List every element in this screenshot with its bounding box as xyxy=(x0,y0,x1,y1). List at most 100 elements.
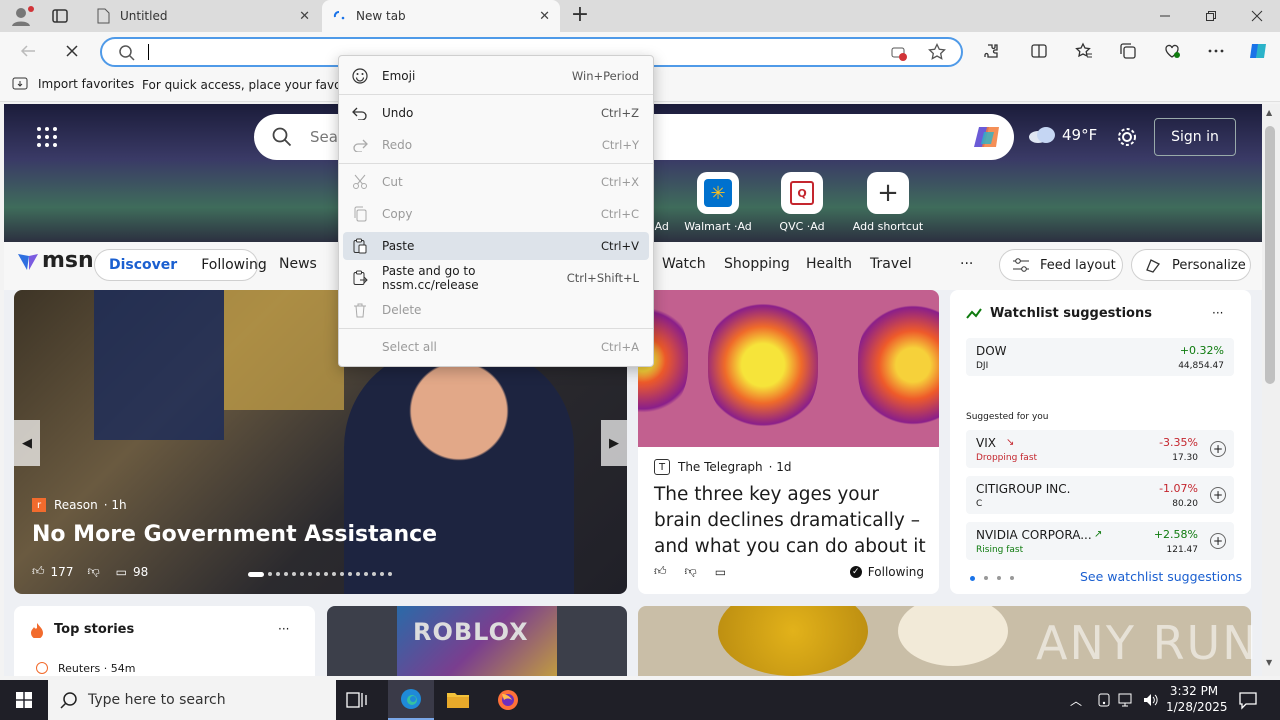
delete-icon xyxy=(343,302,377,318)
extensions-icon[interactable] xyxy=(975,35,1007,67)
notification-icon[interactable] xyxy=(1238,690,1258,710)
watchlist-more-icon[interactable]: ··· xyxy=(1212,306,1223,320)
add-to-watchlist-icon[interactable]: + xyxy=(1210,533,1226,549)
tab-following[interactable]: Following xyxy=(201,257,267,273)
msn-logo[interactable]: msn xyxy=(16,248,94,273)
menu-item-paste[interactable]: Paste Ctrl+V xyxy=(343,232,649,260)
minimize-button[interactable] xyxy=(1142,0,1188,32)
nav-travel[interactable]: Travel xyxy=(870,256,912,272)
menu-item-paste-and-go[interactable]: Paste and go to nssm.cc/release Ctrl+Shi… xyxy=(343,264,649,292)
nav-watch[interactable]: Watch xyxy=(662,256,706,272)
add-shortcut[interactable]: + Add shortcut xyxy=(852,172,924,233)
comment-icon[interactable]: ▭ xyxy=(715,565,726,579)
browser-essentials-icon[interactable] xyxy=(1156,35,1188,67)
see-watchlist-link[interactable]: See watchlist suggestions xyxy=(1080,569,1242,584)
next-arrow-button[interactable]: ▶ xyxy=(601,420,627,466)
tab-title: Untitled xyxy=(120,9,168,23)
nav-news[interactable]: News xyxy=(279,256,317,272)
taskbar-search-placeholder: Type here to search xyxy=(88,692,226,708)
following-label[interactable]: Following xyxy=(868,565,924,579)
tab-new-tab[interactable]: New tab ✕ xyxy=(322,0,560,32)
tracking-prevention-icon[interactable] xyxy=(890,44,908,62)
nav-health[interactable]: Health xyxy=(806,256,852,272)
like-icon[interactable]: 👍︎ xyxy=(654,564,667,579)
copilot-icon[interactable] xyxy=(972,122,1002,152)
shortcut-walmart[interactable]: ✳ Walmart ·Ad xyxy=(682,172,754,233)
watchlist-row-vix[interactable]: VIX ↘ Dropping fast -3.35% 17.30 + xyxy=(966,430,1234,468)
close-icon[interactable]: ✕ xyxy=(539,9,550,24)
tab-untitled[interactable]: Untitled ✕ xyxy=(86,0,320,32)
source-age: · 1h xyxy=(103,498,127,512)
add-to-watchlist-icon[interactable]: + xyxy=(1210,487,1226,503)
stop-loading-button[interactable] xyxy=(56,35,88,67)
nav-shopping[interactable]: Shopping xyxy=(724,256,790,272)
more-menu-icon[interactable] xyxy=(1200,35,1232,67)
add-to-watchlist-icon[interactable]: + xyxy=(1210,441,1226,457)
menu-item-emoji[interactable]: Emoji Win+Period xyxy=(343,62,649,90)
carousel-dots[interactable] xyxy=(248,572,392,577)
watchlist-row-dow[interactable]: DOW DJI +0.32% 44,854.47 xyxy=(966,338,1234,376)
close-icon[interactable]: ✕ xyxy=(299,9,310,24)
dislike-icon[interactable]: 👎︎ xyxy=(87,564,99,579)
personalize-button[interactable]: Personalize xyxy=(1131,249,1251,281)
apps-grid-icon[interactable] xyxy=(36,126,58,148)
taskbar-search[interactable]: Type here to search xyxy=(48,680,336,720)
tray-chevron-icon[interactable]: ︿ xyxy=(1070,692,1082,709)
comment-icon[interactable]: ▭ xyxy=(116,565,127,579)
menu-item-redo[interactable]: Redo Ctrl+Y xyxy=(343,131,649,159)
menu-item-select-all[interactable]: Select all Ctrl+A xyxy=(343,333,649,361)
tray-device-icon[interactable] xyxy=(1096,692,1112,708)
settings-gear-icon[interactable] xyxy=(1116,126,1138,148)
profile-avatar[interactable] xyxy=(8,4,36,28)
watchlist-header: Watchlist suggestions xyxy=(966,306,1152,321)
menu-item-copy[interactable]: Copy Ctrl+C xyxy=(343,200,649,228)
sign-in-button[interactable]: Sign in xyxy=(1154,118,1236,156)
top-stories-more-icon[interactable]: ··· xyxy=(278,622,289,636)
feed-layout-button[interactable]: Feed layout xyxy=(999,249,1123,281)
menu-item-undo[interactable]: Undo Ctrl+Z xyxy=(343,99,649,127)
tab-discover[interactable]: Discover xyxy=(109,257,177,273)
back-button[interactable] xyxy=(12,35,44,67)
prev-arrow-button[interactable]: ◀ xyxy=(14,420,40,466)
taskbar-explorer-icon[interactable] xyxy=(446,690,470,710)
shortcut-qvc[interactable]: Q QVC ·Ad xyxy=(766,172,838,233)
nav-more-icon[interactable]: ··· xyxy=(960,256,973,272)
oil-bowl-image xyxy=(718,606,868,676)
watchlist-pager-dots[interactable] xyxy=(970,576,1014,581)
new-tab-plus-icon[interactable]: + xyxy=(568,4,592,28)
menu-label: Cut xyxy=(382,175,403,189)
watchlist-row-nvidia[interactable]: NVIDIA CORPORA... ↗ Rising fast +2.58% 1… xyxy=(966,522,1234,560)
scroll-down-arrow[interactable]: ▼ xyxy=(1266,658,1272,667)
menu-item-delete[interactable]: Delete xyxy=(343,296,649,324)
brain-headline[interactable]: The three key ages your brain declines d… xyxy=(654,482,930,560)
roblox-card[interactable]: ROBLOX xyxy=(327,606,627,676)
favorite-star-icon[interactable] xyxy=(928,43,946,61)
tray-network-icon[interactable] xyxy=(1118,692,1136,708)
tray-volume-icon[interactable] xyxy=(1142,692,1160,708)
menu-item-cut[interactable]: Cut Ctrl+X xyxy=(343,168,649,196)
favorites-icon[interactable] xyxy=(1068,35,1100,67)
import-favorites-button[interactable]: Import favorites xyxy=(12,76,134,92)
scroll-up-arrow[interactable]: ▲ xyxy=(1266,108,1272,117)
task-view-icon[interactable] xyxy=(346,690,368,710)
favorites-hint: For quick access, place your favorites xyxy=(142,78,369,92)
split-screen-icon[interactable] xyxy=(1023,35,1055,67)
like-icon[interactable]: 👍︎ xyxy=(32,564,45,579)
copilot-icon[interactable] xyxy=(1242,35,1274,67)
brain-story-card[interactable]: T The Telegraph · 1d The three key ages … xyxy=(638,290,939,594)
tab-actions-icon[interactable] xyxy=(50,6,70,26)
restore-button[interactable] xyxy=(1188,0,1234,32)
window-close-button[interactable] xyxy=(1234,0,1280,32)
watchlist-row-citigroup[interactable]: CITIGROUP INC. C -1.07% 80.20 + xyxy=(966,476,1234,514)
page-scrollbar[interactable]: ▲ ▼ xyxy=(1262,104,1280,676)
collections-icon[interactable] xyxy=(1112,35,1144,67)
dislike-icon[interactable]: 👎︎ xyxy=(685,564,697,579)
taskbar-edge-icon[interactable] xyxy=(388,680,434,720)
hero-headline[interactable]: No More Government Assistance xyxy=(32,522,437,547)
taskbar-firefox-icon[interactable] xyxy=(496,688,520,712)
start-button[interactable] xyxy=(0,680,48,720)
weather-widget[interactable]: 49°F xyxy=(1028,126,1097,144)
scroll-thumb[interactable] xyxy=(1265,126,1275,384)
clock[interactable]: 3:32 PM 1/28/2025 xyxy=(1166,683,1228,715)
menu-label: Paste xyxy=(382,239,415,253)
